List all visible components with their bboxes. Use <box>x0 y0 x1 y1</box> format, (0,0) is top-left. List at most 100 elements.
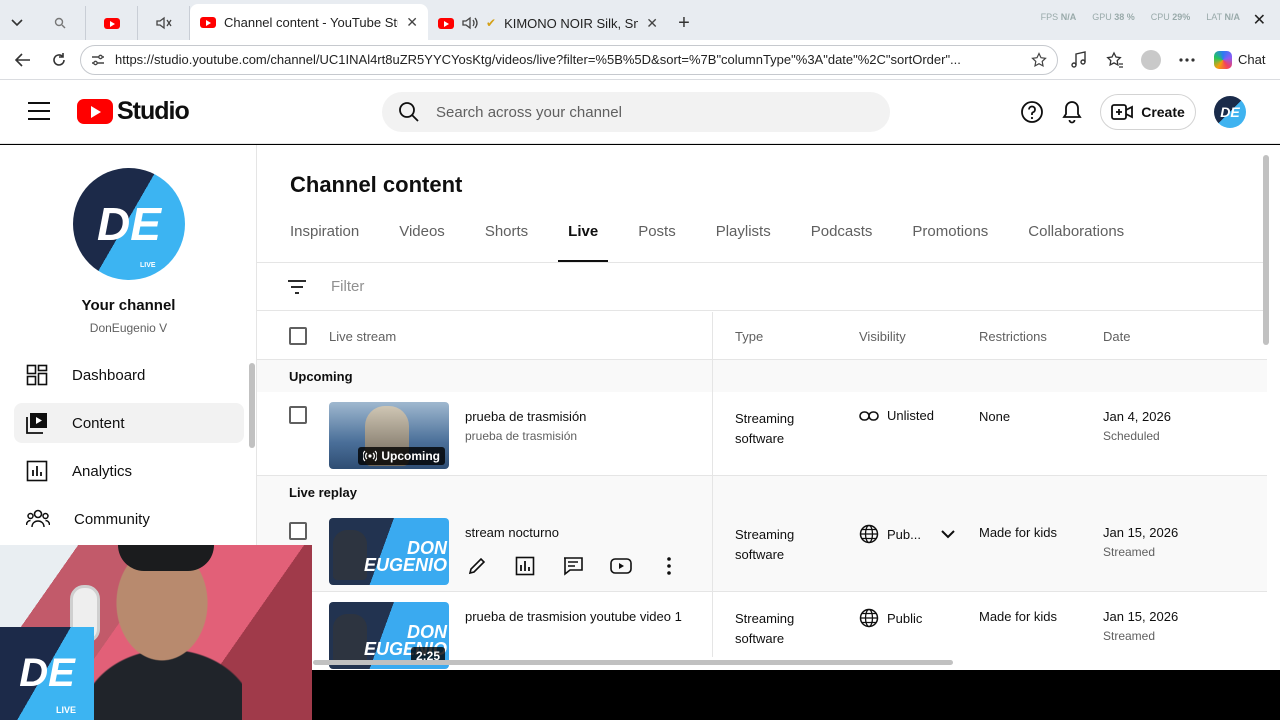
analytics-icon[interactable] <box>513 554 537 578</box>
menu-icon[interactable] <box>28 102 50 120</box>
table-row[interactable]: Upcoming prueba de trasmisión prueba de … <box>257 392 1267 476</box>
table-row[interactable]: DON EUGENIO stream nocturno Streaming soft… <box>257 508 1267 592</box>
tab-promotions[interactable]: Promotions <box>912 223 988 263</box>
create-button[interactable]: Create <box>1100 94 1196 130</box>
tab-live[interactable]: Live <box>558 223 609 263</box>
fps-label: FPS <box>1040 12 1059 22</box>
col-header-restrictions[interactable]: Restrictions <box>979 312 1047 360</box>
channel-logo-overlay: DE <box>0 627 94 720</box>
lat-value: N/A <box>1224 12 1241 22</box>
webcam-overlay: DE LIVE <box>0 545 312 720</box>
type-line1: Streaming <box>735 611 795 626</box>
col-header-date[interactable]: Date <box>1103 312 1130 360</box>
sidebar-item-analytics[interactable]: Analytics <box>14 451 244 491</box>
video-title[interactable]: prueba de trasmision youtube video 1 <box>465 609 682 624</box>
video-thumbnail[interactable]: DON EUGENIO 2:25 <box>329 602 449 669</box>
youtube-favicon-icon <box>438 17 454 29</box>
tab-collaborations[interactable]: Collaborations <box>1028 223 1124 263</box>
channel-avatar-initials: DE <box>97 198 161 250</box>
url-field[interactable]: https://studio.youtube.com/channel/UC1IN… <box>80 44 1058 75</box>
kimono-favicon-icon: ✔ <box>486 16 497 30</box>
visibility-cell[interactable]: Public <box>859 608 922 628</box>
close-tab-icon[interactable]: ✕ <box>406 14 418 31</box>
account-avatar[interactable]: DE <box>1214 96 1246 128</box>
sidebar-item-community[interactable]: Community <box>14 499 244 539</box>
page-title: Channel content <box>290 172 463 197</box>
sidebar-scrollbar[interactable] <box>249 363 255 448</box>
copilot-chat-button[interactable]: Chat <box>1208 50 1271 69</box>
edit-icon[interactable] <box>465 554 489 578</box>
video-thumbnail[interactable]: DON EUGENIO <box>329 518 449 585</box>
col-header-visibility[interactable]: Visibility <box>859 312 906 360</box>
pinned-tab-muted[interactable] <box>138 6 190 40</box>
pinned-tab-search[interactable] <box>34 6 86 40</box>
overlay-logo-initials: DE <box>19 651 75 695</box>
profile-button[interactable] <box>1136 45 1166 75</box>
tab-posts[interactable]: Posts <box>638 223 676 263</box>
tab-inspiration[interactable]: Inspiration <box>290 223 359 263</box>
site-info-icon[interactable] <box>91 53 105 67</box>
pinned-tab-youtube[interactable] <box>86 6 138 40</box>
content-icon <box>26 413 47 434</box>
new-tab-button[interactable]: + <box>668 6 700 40</box>
favorites-button[interactable] <box>1100 45 1130 75</box>
horizontal-scrollbar[interactable] <box>313 660 953 665</box>
tab-shorts[interactable]: Shorts <box>485 223 528 263</box>
visibility-label: Pub... <box>887 526 921 542</box>
main-scrollbar[interactable] <box>1263 155 1269 345</box>
tab-kimono[interactable]: ✔ KIMONO NOIR Silk, Smok ✕ <box>428 6 668 40</box>
close-tab-icon[interactable]: ✕ <box>646 15 658 32</box>
visibility-dropdown[interactable]: Pub... <box>859 524 955 544</box>
tab-videos[interactable]: Videos <box>399 223 445 263</box>
row-checkbox[interactable] <box>289 406 307 424</box>
link-icon <box>859 410 879 421</box>
type-line1: Streaming <box>735 527 795 542</box>
music-note-icon <box>1071 50 1086 68</box>
fps-value: N/A <box>1060 12 1077 22</box>
tab-playlists[interactable]: Playlists <box>716 223 771 263</box>
youtube-play-icon[interactable] <box>609 554 633 578</box>
search-input[interactable] <box>436 103 856 121</box>
studio-logo[interactable]: Studio <box>77 97 190 126</box>
visibility-cell[interactable]: Unlisted <box>859 408 934 423</box>
notifications-icon[interactable] <box>1060 100 1084 124</box>
window-close-button[interactable]: ✕ <box>1253 10 1266 30</box>
arrow-left-icon <box>15 52 30 67</box>
tab-channel-content[interactable]: Channel content - YouTube Studio ✕ <box>190 4 428 40</box>
create-video-icon <box>1111 104 1134 120</box>
logo-text: Studio <box>117 97 190 125</box>
filter-input[interactable] <box>331 278 831 295</box>
filter-icon[interactable] <box>287 279 307 294</box>
star-icon[interactable] <box>1031 51 1047 68</box>
reload-button[interactable] <box>44 45 74 75</box>
back-button[interactable] <box>8 45 38 75</box>
comments-icon[interactable] <box>561 554 585 578</box>
more-options-icon[interactable] <box>657 554 681 578</box>
table-row[interactable]: DON EUGENIO 2:25 prueba de trasmision you… <box>257 592 1267 670</box>
col-header-stream[interactable]: Live stream <box>329 312 396 360</box>
video-description: prueba de trasmisión <box>465 429 578 443</box>
row-checkbox[interactable] <box>289 522 307 540</box>
col-header-type[interactable]: Type <box>735 312 763 360</box>
search-bar[interactable] <box>382 92 890 132</box>
sidebar-item-dashboard[interactable]: Dashboard <box>14 355 244 395</box>
more-menu-button[interactable] <box>1172 45 1202 75</box>
video-title[interactable]: stream nocturno <box>465 525 559 540</box>
channel-avatar[interactable]: DE <box>73 168 185 280</box>
media-controls-button[interactable] <box>1064 45 1094 75</box>
type-line2: software <box>735 631 785 646</box>
video-title[interactable]: prueba de trasmisión <box>465 409 586 424</box>
select-all-checkbox[interactable] <box>289 327 307 345</box>
upcoming-badge: Upcoming <box>358 447 445 465</box>
video-thumbnail[interactable]: Upcoming <box>329 402 449 469</box>
tab-podcasts[interactable]: Podcasts <box>811 223 873 263</box>
gpu-label: GPU <box>1092 12 1112 22</box>
gpu-stat: GPU 38 % <box>1092 12 1135 22</box>
sidebar-item-content[interactable]: Content <box>14 403 244 443</box>
help-icon[interactable] <box>1020 100 1044 124</box>
studio-header: Studio Create DE <box>0 80 1280 144</box>
youtube-favicon-icon <box>200 16 216 28</box>
section-upcoming: Upcoming <box>257 360 1267 392</box>
visibility-label: Public <box>887 610 923 626</box>
tab-search-dropdown[interactable] <box>0 6 34 40</box>
